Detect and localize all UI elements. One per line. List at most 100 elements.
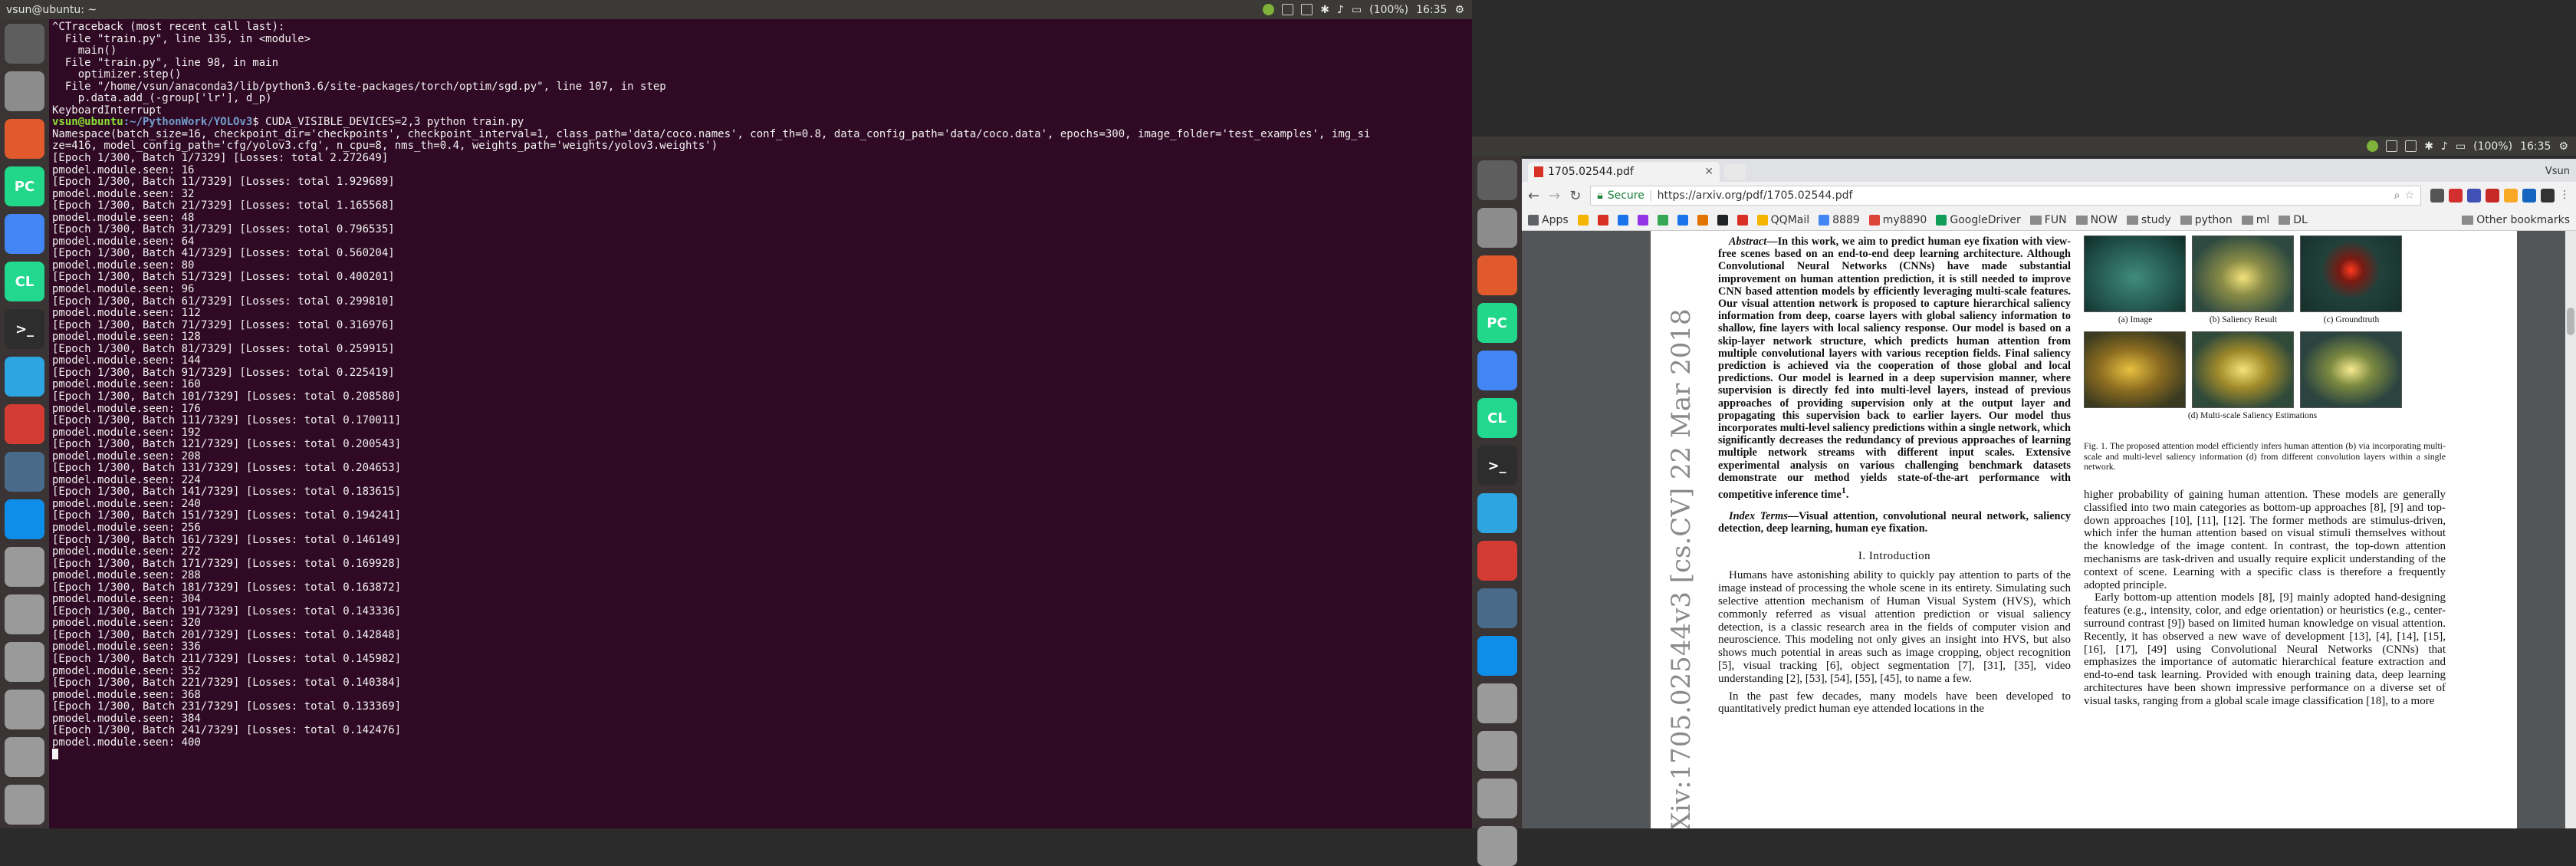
battery-icon[interactable]: ▭: [2456, 140, 2466, 153]
terminal-text: [Epoch 1/300, Batch 131/7329] [Losses: t…: [52, 463, 402, 475]
caption-d: (d) Multi-scale Saliency Estimations: [2187, 411, 2318, 420]
extension-icon-4[interactable]: [2486, 189, 2499, 203]
chrome-icon[interactable]: [1477, 351, 1517, 390]
back-arrow-icon[interactable]: ←: [1528, 188, 1539, 204]
settings-icon[interactable]: [5, 119, 44, 159]
settings-icon[interactable]: [1477, 255, 1517, 295]
clion-icon[interactable]: CL: [5, 262, 44, 301]
profile-name[interactable]: Vsun: [2539, 166, 2576, 182]
pycharm-icon[interactable]: PC: [1477, 303, 1517, 343]
shutter-icon[interactable]: [5, 452, 44, 492]
clion-icon[interactable]: CL: [1477, 398, 1517, 438]
terminal-icon[interactable]: >_: [5, 309, 44, 349]
close-tab-icon[interactable]: ✕: [1704, 166, 1714, 178]
netease-music-icon[interactable]: [1477, 541, 1517, 581]
bookmark-item[interactable]: my8890: [1868, 214, 1927, 226]
bluetooth-icon[interactable]: ✱: [1320, 4, 1329, 16]
bluetooth-icon[interactable]: ✱: [2424, 140, 2433, 153]
update-indicator-icon[interactable]: [2367, 140, 2379, 152]
telegram-icon[interactable]: [1477, 493, 1517, 533]
terminal-text: pmodel.module.seen: 128: [52, 331, 201, 344]
network-icon[interactable]: [1301, 4, 1313, 15]
clock[interactable]: 16:35: [2520, 140, 2551, 153]
extension-icon-7[interactable]: [2541, 189, 2555, 203]
reload-icon[interactable]: ↻: [1569, 188, 1581, 204]
bookmark-item[interactable]: GoogleDriver: [1936, 214, 2021, 226]
terminal-prompt-line[interactable]: [52, 749, 1469, 761]
new-tab-button[interactable]: [1724, 164, 1746, 179]
bookmark-item[interactable]: ml: [2241, 214, 2269, 226]
clock[interactable]: 16:35: [1416, 4, 1447, 16]
shutter-icon[interactable]: [1477, 588, 1517, 628]
extension-icon-3[interactable]: [2467, 189, 2481, 203]
address-bar[interactable]: 🔒︎ Secure | https://arxiv.org/pdf/1705.0…: [1590, 186, 2421, 206]
bookmark-favicon-icon[interactable]: [1677, 214, 1688, 226]
netease-music-icon[interactable]: [5, 404, 44, 444]
bookmark-favicon-icon[interactable]: [1717, 214, 1728, 226]
terminal-output[interactable]: ^CTraceback (most recent call last): Fil…: [49, 19, 1472, 828]
drive-icon-5[interactable]: [5, 737, 44, 777]
power-gear-icon[interactable]: ⚙: [1454, 4, 1464, 16]
drive-icon-6[interactable]: [5, 785, 44, 825]
extension-icon-2[interactable]: [2449, 189, 2463, 203]
bookmark-item[interactable]: study: [2126, 214, 2171, 226]
network-icon[interactable]: [2405, 140, 2417, 152]
bookmark-item[interactable]: QQMail: [1756, 214, 1809, 226]
pdf-scrollbar[interactable]: [2565, 231, 2576, 828]
bookmark-star-icon[interactable]: ☆: [2404, 189, 2414, 202]
bookmark-favicon-icon[interactable]: [1637, 214, 1648, 226]
bookmark-favicon-icon[interactable]: [1617, 214, 1628, 226]
folder-icon: [2241, 215, 2253, 225]
terminal-line: pmodel.module.seen: 144: [52, 355, 1469, 367]
drive-icon-3[interactable]: [1477, 779, 1517, 818]
telegram-icon[interactable]: [5, 357, 44, 397]
bookmark-item[interactable]: FUN: [2029, 214, 2067, 226]
bookmark-label: 8889: [1832, 213, 1860, 226]
volume-icon[interactable]: ♪: [2441, 140, 2448, 153]
bookmark-item[interactable]: DL: [2279, 214, 2308, 226]
terminal-icon[interactable]: >_: [1477, 446, 1517, 486]
drive-icon-3[interactable]: [5, 642, 44, 682]
bookmark-favicon-icon[interactable]: [1577, 214, 1589, 226]
forward-arrow-icon[interactable]: →: [1549, 188, 1560, 204]
menu-dots-icon[interactable]: ⋮: [2559, 189, 2570, 203]
update-indicator-icon[interactable]: [1263, 4, 1275, 15]
drive-icon-4[interactable]: [1477, 826, 1517, 866]
bookmark-favicon-icon[interactable]: [1697, 214, 1708, 226]
pycharm-icon[interactable]: PC: [5, 166, 44, 206]
extension-icon-1[interactable]: [2430, 189, 2444, 203]
other-bookmarks[interactable]: Other bookmarks: [2462, 214, 2570, 226]
drive-icon-2[interactable]: [1477, 731, 1517, 771]
keyboard-icon[interactable]: [2386, 140, 2398, 152]
bookmark-favicon-icon[interactable]: [1657, 214, 1668, 226]
folder-icon: [2180, 215, 2192, 225]
bookmark-item[interactable]: 8889: [1819, 214, 1860, 226]
ubuntu-dash-icon[interactable]: [5, 24, 44, 64]
bookmark-item[interactable]: python: [2180, 214, 2233, 226]
drive-icon-4[interactable]: [5, 690, 44, 729]
bookmark-favicon-icon[interactable]: [1737, 214, 1748, 226]
tab-pdf[interactable]: 1705.02544.pdf ✕: [1528, 162, 1720, 182]
ubuntu-dash-icon[interactable]: [1477, 160, 1517, 200]
volume-icon[interactable]: ♪: [1337, 4, 1344, 16]
bookmark-item[interactable]: Apps: [1528, 214, 1569, 226]
teamviewer-icon[interactable]: [1477, 636, 1517, 676]
extension-icon-5[interactable]: [2504, 189, 2518, 203]
pdf-viewer[interactable]: arXiv:1705.02544v3 [cs.CV] 22 Mar 2018 A…: [1522, 231, 2576, 828]
bookmark-item[interactable]: NOW: [2075, 214, 2118, 226]
scrollbar-thumb[interactable]: [2567, 308, 2574, 335]
files-icon[interactable]: [1477, 208, 1517, 248]
chrome-icon[interactable]: [5, 214, 44, 254]
search-icon[interactable]: ⌕: [2394, 189, 2400, 202]
battery-icon[interactable]: ▭: [1352, 4, 1362, 16]
power-gear-icon[interactable]: ⚙: [2558, 140, 2568, 153]
extension-icon-6[interactable]: [2522, 189, 2536, 203]
drive-icon-2[interactable]: [5, 594, 44, 634]
bookmark-favicon-icon[interactable]: [1597, 214, 1608, 226]
keyboard-icon[interactable]: [1282, 4, 1294, 15]
teamviewer-icon[interactable]: [5, 499, 44, 539]
files-icon[interactable]: [5, 71, 44, 111]
drive-icon[interactable]: [5, 547, 44, 587]
drive-icon[interactable]: [1477, 683, 1517, 723]
tab-strip: 1705.02544.pdf ✕ Vsun: [1522, 159, 2576, 182]
